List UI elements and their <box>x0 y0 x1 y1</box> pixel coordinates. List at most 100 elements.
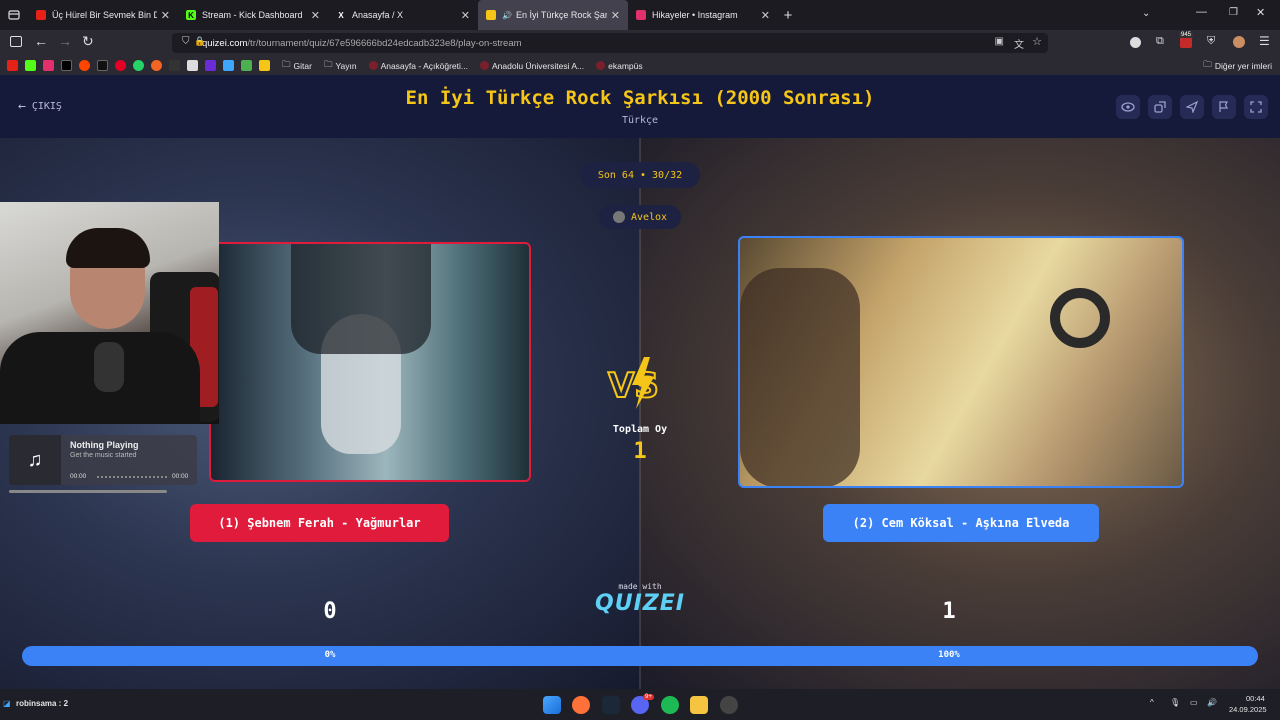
close-icon[interactable]: ✕ <box>461 9 470 22</box>
close-icon[interactable]: ✕ <box>761 9 770 22</box>
restore-icon[interactable]: ❐ <box>1229 7 1238 18</box>
bookmark-star-icon[interactable]: ☆ <box>1032 35 1042 48</box>
tab-quizei[interactable]: 🔊En İyi Türkçe Rock Şarkısı (2✕ <box>478 0 628 30</box>
page-subtitle: Türkçe <box>621 115 659 126</box>
bookmark-icon[interactable] <box>241 60 252 71</box>
shield-icon[interactable]: ⛉ <box>182 36 190 47</box>
chevron-up-icon[interactable]: ^ <box>1150 698 1154 707</box>
university-icon <box>368 61 378 70</box>
bookmark-icon[interactable] <box>259 60 270 71</box>
vote-right-button[interactable]: (2) Cem Köksal - Aşkına Elveda <box>823 504 1099 542</box>
now-playing-widget: ♫ Nothing Playing Get the music started … <box>9 435 197 485</box>
steam-icon[interactable] <box>602 696 620 714</box>
made-with-label: made with <box>618 582 662 591</box>
kick-icon[interactable] <box>25 60 36 71</box>
share-button[interactable] <box>1148 95 1172 119</box>
left-option-image[interactable] <box>209 242 531 482</box>
eye-button[interactable] <box>1116 95 1140 119</box>
bookmark-folder-yayin[interactable]: 🗀 Yayın <box>324 59 357 73</box>
bookmark-icon[interactable] <box>187 60 198 71</box>
total-votes-label: Toplam Oy <box>612 424 668 435</box>
back-icon[interactable]: ← <box>34 33 48 49</box>
now-playing-track <box>97 476 167 478</box>
tab-list-icon[interactable] <box>0 9 28 21</box>
app-icon[interactable] <box>720 696 738 714</box>
speaker-icon[interactable]: 🔊 <box>502 11 512 20</box>
url-domain: quizei.com <box>202 37 248 49</box>
close-icon[interactable]: ✕ <box>311 9 320 22</box>
whatsapp-icon[interactable] <box>133 60 144 71</box>
report-button[interactable] <box>1212 95 1236 119</box>
user-badge: Avelox <box>599 205 681 229</box>
instagram-icon[interactable] <box>43 60 54 71</box>
menu-icon[interactable]: ☰ <box>1259 34 1270 48</box>
close-icon[interactable]: ✕ <box>161 9 170 22</box>
svg-text:VS: VS <box>608 366 659 406</box>
clock-date[interactable]: 24.09.2025 <box>1229 705 1267 714</box>
window-close-icon[interactable]: ✕ <box>1256 6 1265 19</box>
windows-start-icon[interactable] <box>543 696 561 714</box>
fullscreen-button[interactable] <box>1244 95 1268 119</box>
shield-extension-icon[interactable]: ⛨ <box>1207 35 1215 48</box>
extensions-puzzle-icon[interactable]: ⧉ <box>1156 35 1164 48</box>
vote-left-button[interactable]: (1) Şebnem Ferah - Yağmurlar <box>190 504 449 542</box>
page-title: En İyi Türkçe Rock Şarkısı (2000 Sonrası… <box>405 87 875 109</box>
total-votes-value: 1 <box>633 439 647 464</box>
fullscreen-icon <box>1250 101 1262 113</box>
bookmark-ekampus[interactable]: ekampüs <box>596 61 643 71</box>
stream-icon[interactable]: ◪ <box>3 699 11 708</box>
volume-icon[interactable]: 🔊 <box>1207 698 1217 707</box>
minimize-icon[interactable]: — <box>1196 6 1207 18</box>
right-option-image[interactable] <box>738 236 1184 488</box>
x-icon[interactable] <box>61 60 72 71</box>
university-icon <box>479 61 489 70</box>
folder-icon: 🗀 <box>282 58 291 69</box>
bookmark-icon[interactable] <box>223 60 234 71</box>
send-button[interactable] <box>1180 95 1204 119</box>
tab-kick[interactable]: K Stream - Kick Dashboard ✕ <box>178 0 328 30</box>
avatar[interactable] <box>1233 36 1245 48</box>
extension-icon[interactable] <box>1130 37 1141 48</box>
lock-icon[interactable]: 🔒 <box>194 36 205 47</box>
address-bar[interactable]: ⛉ 🔒 quizei.com/tr/tournament/quiz/67e596… <box>172 33 1048 53</box>
tiktok-icon[interactable] <box>97 60 108 71</box>
reader-view-icon[interactable]: ▣ <box>995 36 1004 47</box>
reddit-icon[interactable] <box>79 60 90 71</box>
bookmark-folder-gitar[interactable]: 🗀 Gitar <box>282 59 312 73</box>
bookmark-icon[interactable] <box>205 60 216 71</box>
tab-youtube[interactable]: Üç Hürel Bir Sevmek Bin Defa Ö✕ <box>28 0 178 30</box>
microphone-icon[interactable]: 🎙 <box>1170 698 1180 707</box>
pinterest-icon[interactable] <box>115 60 126 71</box>
webcam-overlay <box>0 202 219 424</box>
vote-progress-bar <box>22 646 1258 666</box>
discord-badge: 9+ <box>643 694 654 700</box>
bookmark-icon[interactable] <box>151 60 162 71</box>
close-icon[interactable]: ✕ <box>611 9 620 22</box>
avatar <box>612 211 625 223</box>
sidebar-icon[interactable] <box>10 36 22 47</box>
youtube-icon <box>36 10 46 20</box>
url-path: /tr/tournament/quiz/67e596666bd24edcadb3… <box>247 37 522 49</box>
bookmark-icon[interactable] <box>169 60 180 71</box>
now-playing-title: Nothing Playing <box>70 440 139 450</box>
clock-time[interactable]: 00:44 <box>1246 694 1265 703</box>
firefox-icon[interactable] <box>572 696 590 714</box>
reload-icon[interactable]: ↻ <box>82 33 94 50</box>
forward-icon[interactable]: → <box>58 33 72 49</box>
bookmark-acikogretim[interactable]: Anasayfa - Açıköğreti... <box>368 61 468 71</box>
new-tab-icon[interactable]: + <box>778 7 798 24</box>
tab-x[interactable]: X Anasayfa / X ✕ <box>328 0 478 30</box>
tab-instagram[interactable]: Hikayeler • Instagram ✕ <box>628 0 778 30</box>
other-bookmarks[interactable]: 🗀 Diğer yer imleri <box>1203 59 1272 73</box>
youtube-icon[interactable] <box>7 60 18 71</box>
folder-icon: 🗀 <box>1203 58 1212 69</box>
left-percent: 0% <box>324 650 336 660</box>
network-icon[interactable]: ▭ <box>1190 698 1198 707</box>
translate-icon[interactable]: 文 <box>1014 36 1024 51</box>
spotify-icon[interactable] <box>661 696 679 714</box>
quizei-logo[interactable]: QUIZEI <box>590 591 690 616</box>
chevron-down-icon[interactable]: ⌄ <box>1142 8 1150 19</box>
bookmarks-bar: 🗀 Gitar 🗀 Yayın Anasayfa - Açıköğreti... A… <box>0 56 1280 75</box>
file-explorer-icon[interactable] <box>690 696 708 714</box>
bookmark-anadolu[interactable]: Anadolu Üniversitesi A... <box>479 61 584 71</box>
